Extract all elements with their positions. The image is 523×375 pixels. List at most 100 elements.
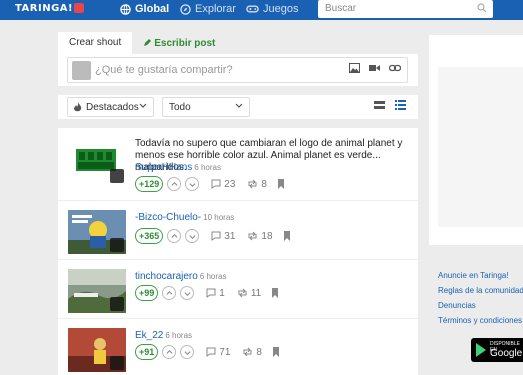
author-name[interactable]: SuperHHans	[135, 162, 192, 173]
link-icon[interactable]	[389, 63, 401, 73]
chevron-up-icon	[171, 181, 178, 186]
expand-icon[interactable]	[110, 297, 124, 311]
scope-select[interactable]: Todo	[162, 97, 250, 117]
post-actions: +99 1 11	[135, 285, 279, 301]
link-reglas[interactable]: Reglas de la comunidad	[438, 283, 523, 298]
expand-icon[interactable]	[110, 169, 124, 183]
view-toggles	[374, 100, 406, 110]
downvote-button[interactable]	[180, 286, 195, 300]
comments-button[interactable]: 1	[206, 288, 225, 299]
ad-placeholder	[438, 67, 523, 227]
reshare-button[interactable]: 18	[247, 230, 273, 242]
reshare-icon	[248, 231, 257, 241]
favorite-button[interactable]	[277, 179, 285, 189]
chevron-up-icon	[171, 233, 178, 238]
upvote-button[interactable]	[162, 286, 177, 300]
favorite-button[interactable]	[271, 288, 279, 298]
upvote-button[interactable]	[167, 229, 182, 243]
comment-count: 71	[219, 346, 231, 358]
post-author[interactable]: SuperHHans 6 horas	[135, 162, 221, 173]
favorite-button[interactable]	[272, 347, 280, 357]
card-view-icon[interactable]	[374, 100, 385, 110]
score-badge: +129	[135, 176, 164, 192]
comment-count: 1	[219, 287, 225, 299]
comments-button[interactable]: 31	[211, 231, 235, 242]
chevron-up-icon	[166, 290, 173, 295]
reshare-icon	[238, 288, 247, 298]
list-view-icon[interactable]	[395, 100, 406, 110]
comment-icon	[206, 288, 216, 298]
reshare-count: 11	[250, 287, 262, 299]
taringa-logo[interactable]: TARINGA!	[15, 3, 85, 14]
post-time: 6 horas	[199, 272, 227, 281]
comments-button[interactable]: 71	[206, 347, 230, 358]
expand-icon[interactable]	[110, 238, 124, 252]
search-placeholder: Buscar	[325, 3, 357, 14]
play-store-icon	[476, 343, 486, 357]
post-time: 10 horas	[203, 213, 235, 222]
chevron-down-icon	[189, 182, 196, 187]
post-author[interactable]: -Bizco-Chuelo- 10 horas	[135, 212, 234, 223]
downvote-button[interactable]	[180, 345, 195, 359]
search-input[interactable]: Buscar	[318, 0, 493, 18]
video-icon[interactable]	[369, 63, 380, 73]
comment-icon	[211, 179, 221, 189]
comments-button[interactable]: 23	[211, 179, 235, 190]
top-bar: TARINGA! Global Explorar Juegos Buscar	[0, 0, 523, 20]
google-play-badge[interactable]: DISPONIBLE EN Google	[471, 338, 523, 362]
author-name[interactable]: Ek_22	[135, 330, 163, 341]
bookmark-icon	[272, 347, 279, 357]
globe-icon	[120, 3, 131, 15]
link-denuncias[interactable]: Denuncias	[438, 298, 523, 313]
reshare-count: 18	[261, 230, 273, 242]
post-author[interactable]: tinchocarajero 6 horas	[135, 271, 227, 282]
author-name[interactable]: tinchocarajero	[135, 271, 198, 282]
post-actions: +91 71 8	[135, 344, 280, 360]
reshare-button[interactable]: 8	[242, 347, 262, 358]
reshare-button[interactable]: 8	[247, 179, 267, 190]
link-anuncie[interactable]: Anuncie en Taringa!	[438, 268, 523, 283]
image-icon[interactable]	[349, 63, 360, 73]
composer-placeholder: ¿Qué te gustaría compartir?	[95, 64, 233, 76]
search-icon[interactable]	[477, 3, 487, 13]
post-author[interactable]: Ek_22 6 horas	[135, 330, 192, 341]
chevron-down-icon	[184, 350, 191, 355]
scope-label: Todo	[169, 101, 191, 113]
expand-icon[interactable]	[110, 356, 124, 370]
tab-escribir-post[interactable]: Escribir post	[132, 32, 226, 54]
composer-input[interactable]: ¿Qué te gustaría compartir?	[67, 57, 408, 83]
list-item: tinchocarajero 6 horas +99 1 11	[58, 261, 418, 319]
downvote-button[interactable]	[185, 229, 200, 243]
post-thumbnail[interactable]	[68, 141, 126, 185]
bookmark-icon	[283, 231, 290, 241]
post-thumbnail[interactable]	[68, 328, 126, 372]
pencil-icon	[144, 39, 152, 46]
nav-juegos[interactable]: Juegos	[246, 3, 298, 15]
post-thumbnail[interactable]	[68, 269, 126, 313]
composer: ¿Qué te gustaría compartir?	[58, 54, 418, 86]
post-time: 6 horas	[194, 163, 221, 172]
sort-select[interactable]: Destacados	[67, 97, 154, 117]
post-thumbnail[interactable]	[68, 210, 126, 254]
upvote-button[interactable]	[167, 177, 182, 191]
nav-global-label: Global	[135, 3, 170, 15]
tab-crear-shout[interactable]: Crear shout	[58, 32, 133, 54]
downvote-button[interactable]	[185, 177, 200, 191]
reshare-icon	[248, 179, 257, 189]
post-actions: +365 31 18	[135, 228, 291, 244]
nav-explorar[interactable]: Explorar	[180, 3, 236, 15]
chevron-down-icon	[189, 234, 196, 239]
list-item: Ek_22 6 horas +91 71 8	[58, 320, 418, 375]
reshare-button[interactable]: 11	[237, 288, 261, 299]
score-badge: +91	[135, 344, 159, 360]
tab-escribir-post-label: Escribir post	[154, 37, 216, 49]
post-time: 6 horas	[165, 331, 193, 340]
compass-icon	[180, 3, 191, 15]
nav-global[interactable]: Global	[120, 3, 169, 15]
author-name[interactable]: -Bizco-Chuelo-	[135, 212, 201, 223]
upvote-button[interactable]	[162, 345, 177, 359]
link-terminos[interactable]: Términos y condiciones	[438, 313, 523, 328]
favorite-button[interactable]	[283, 231, 291, 241]
reshare-icon	[243, 347, 252, 357]
feed-filters: Destacados Todo	[58, 95, 418, 119]
